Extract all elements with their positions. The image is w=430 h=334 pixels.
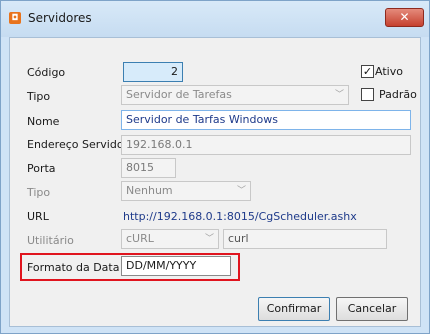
tipo-select-value: Servidor de Tarefas xyxy=(126,88,232,101)
nome-input[interactable]: Servidor de Tarfas Windows xyxy=(121,110,411,130)
chevron-down-icon: ﹀ xyxy=(204,234,214,244)
highlight-box xyxy=(20,253,240,281)
url-value[interactable]: http://192.168.0.1:8015/CgScheduler.ashx xyxy=(123,210,357,223)
endereco-input[interactable]: 192.168.0.1 xyxy=(121,135,411,155)
utilitario-select-value: cURL xyxy=(126,232,154,245)
ativo-checkbox[interactable]: ✓ xyxy=(361,65,374,78)
confirm-button[interactable]: Confirmar xyxy=(258,297,330,321)
codigo-input[interactable]: 2 xyxy=(123,62,183,82)
app-icon: ◘ xyxy=(9,12,21,24)
tipo2-select[interactable]: Nenhum ﹀ xyxy=(121,181,251,201)
servidores-window: ◘ Servidores ✕ Código 2 ✓ Ativo Tipo Ser… xyxy=(0,0,430,334)
url-label: URL xyxy=(27,210,49,223)
tipo2-select-value: Nenhum xyxy=(126,184,173,197)
cancel-button[interactable]: Cancelar xyxy=(336,297,408,321)
padrao-checkbox[interactable] xyxy=(361,88,374,101)
dialog-body: Código 2 ✓ Ativo Tipo Servidor de Tarefa… xyxy=(9,37,421,327)
utilitario-select[interactable]: cURL ﹀ xyxy=(121,229,219,249)
tipo-label: Tipo xyxy=(27,90,51,103)
confirm-button-label: Confirmar xyxy=(266,302,322,315)
cancel-button-label: Cancelar xyxy=(347,302,397,315)
chevron-down-icon: ﹀ xyxy=(236,186,246,196)
nome-label: Nome xyxy=(27,115,60,128)
endereco-label: Endereço Servidor xyxy=(27,138,129,151)
utilitario-extra-input[interactable]: curl xyxy=(223,229,387,249)
utilitario-label: Utilitário xyxy=(27,234,74,247)
porta-label: Porta xyxy=(27,162,56,175)
tipo2-label: Tipo xyxy=(27,186,51,199)
codigo-label: Código xyxy=(27,66,66,79)
porta-input[interactable]: 8015 xyxy=(121,158,176,178)
ativo-label: Ativo xyxy=(375,65,403,78)
tipo-select[interactable]: Servidor de Tarefas ﹀ xyxy=(121,85,349,105)
title-bar: ◘ Servidores ✕ xyxy=(1,1,429,37)
padrao-label: Padrão xyxy=(379,88,417,101)
chevron-down-icon: ﹀ xyxy=(334,90,344,100)
close-button[interactable]: ✕ xyxy=(385,8,424,27)
window-title: Servidores xyxy=(28,11,92,25)
